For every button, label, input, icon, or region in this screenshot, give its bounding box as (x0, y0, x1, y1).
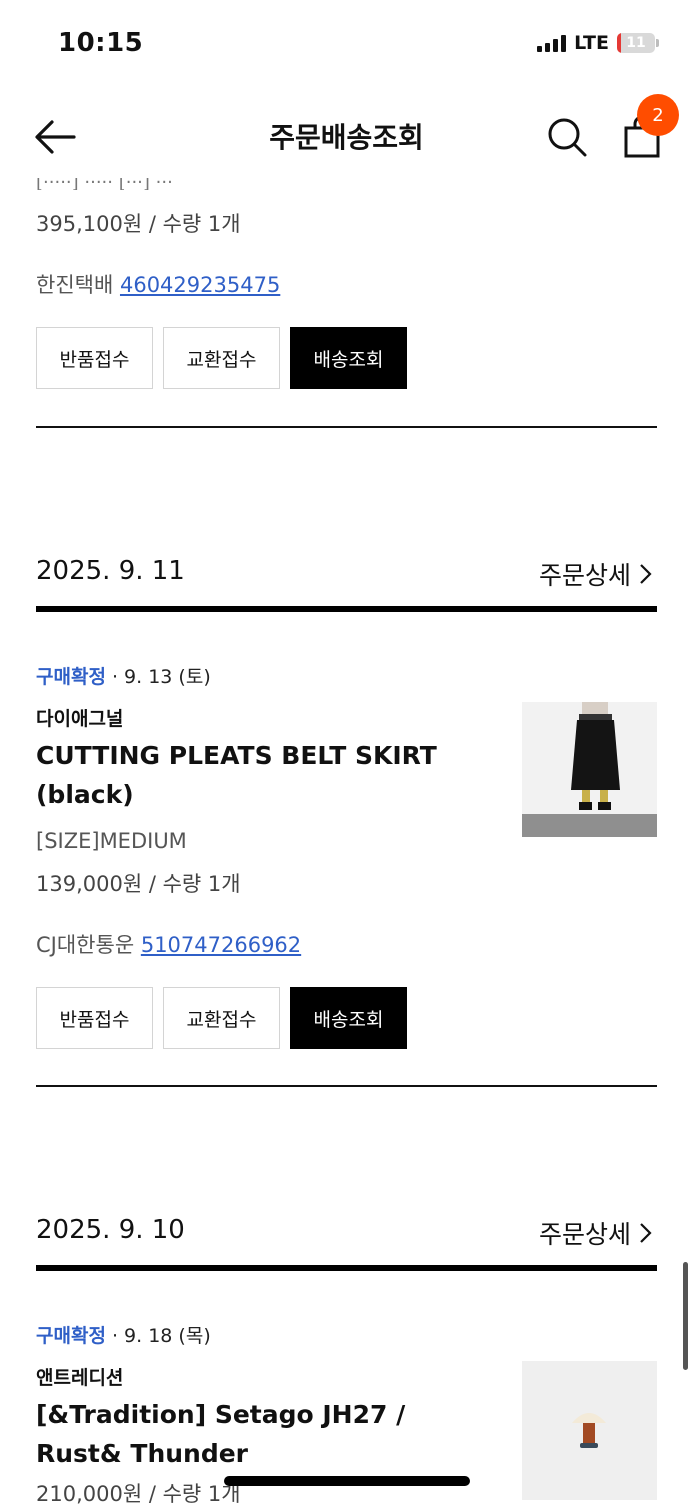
courier-name: CJ대한통운 (36, 933, 135, 957)
price-quantity: 139,000원 / 수량 1개 (36, 872, 241, 896)
order-detail-label: 주문상세 (538, 1220, 631, 1249)
chevron-right-icon (640, 564, 652, 584)
product-thumbnail-lamp[interactable] (522, 1361, 657, 1500)
order-date: 2025. 9. 10 (36, 1215, 185, 1245)
chevron-right-icon (640, 1223, 652, 1243)
network-label: LTE (574, 32, 609, 54)
cart-count-badge: 2 (637, 94, 679, 136)
order-status: 구매확정 · 9. 18 (목) (36, 1321, 211, 1348)
search-icon[interactable] (544, 114, 590, 160)
cut-off-option-text: [·····] ····· [···] ··· (36, 178, 173, 190)
order-date: 2025. 9. 11 (36, 556, 185, 586)
status-time: 10:15 (58, 28, 144, 58)
tracking-number-link[interactable]: 510747266962 (141, 933, 301, 957)
scrollbar[interactable] (683, 1262, 688, 1370)
status-date: · 9. 18 (목) (111, 1325, 211, 1347)
price-quantity: 395,100원 / 수량 1개 (36, 212, 241, 236)
status-date: · 9. 13 (토) (111, 666, 211, 688)
home-indicator[interactable] (224, 1476, 470, 1486)
battery-icon: 11 (617, 33, 659, 53)
courier-info: 한진택배 460429235475 (36, 269, 280, 299)
order-header-divider (36, 1265, 657, 1271)
exchange-request-button[interactable]: 교환접수 (163, 987, 280, 1049)
product-option: [SIZE]MEDIUM (36, 829, 187, 853)
return-request-button[interactable]: 반품접수 (36, 987, 153, 1049)
order-header-divider (36, 606, 657, 612)
order-divider (36, 426, 657, 428)
product-name[interactable]: CUTTING PLEATS BELT SKIRT (black) (36, 736, 486, 814)
purchase-confirmed-label: 구매확정 (36, 1325, 106, 1347)
track-delivery-button[interactable]: 배송조회 (290, 327, 407, 389)
brand-name: 다이애그널 (36, 708, 124, 730)
battery-level: 11 (626, 35, 646, 51)
order-detail-link[interactable]: 주문상세 (539, 1215, 653, 1251)
order-divider (36, 1085, 657, 1087)
brand-name: 앤트레디션 (36, 1367, 124, 1389)
purchase-confirmed-label: 구매확정 (36, 666, 106, 688)
product-thumbnail-skirt[interactable] (522, 702, 657, 837)
signal-icon (537, 34, 567, 52)
courier-info: CJ대한통운 510747266962 (36, 929, 301, 959)
exchange-request-button[interactable]: 교환접수 (163, 327, 280, 389)
status-indicators: LTE 11 (537, 32, 659, 54)
courier-name: 한진택배 (36, 273, 114, 297)
order-detail-link[interactable]: 주문상세 (539, 556, 653, 592)
order-detail-label: 주문상세 (538, 561, 631, 590)
product-name[interactable]: [&Tradition] Setago JH27 / Rust& Thunder (36, 1395, 486, 1473)
return-request-button[interactable]: 반품접수 (36, 327, 153, 389)
tracking-number-link[interactable]: 460429235475 (120, 273, 280, 297)
order-status: 구매확정 · 9. 13 (토) (36, 662, 211, 689)
price-quantity: 210,000원 / 수량 1개 (36, 1482, 241, 1506)
track-delivery-button[interactable]: 배송조회 (290, 987, 407, 1049)
